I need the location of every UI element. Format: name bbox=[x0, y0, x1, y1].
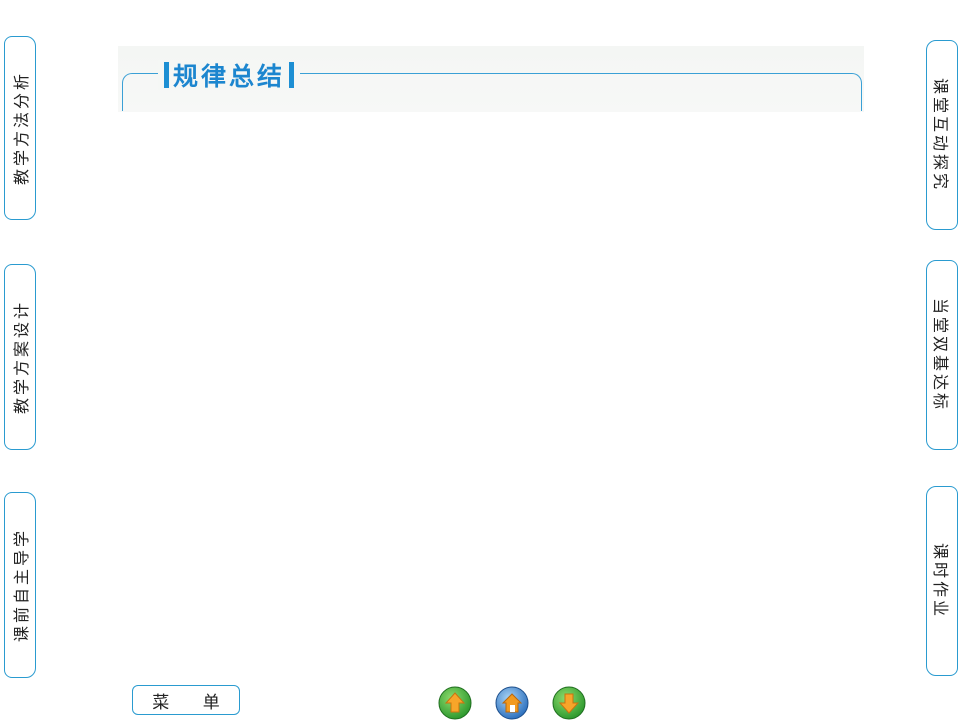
page-title-text: 规律总结 bbox=[173, 62, 286, 91]
menu-button[interactable]: 菜 单 bbox=[132, 685, 240, 715]
tab-label: 课堂互动探究 bbox=[931, 77, 951, 193]
tab-teaching-plan-design[interactable]: 教学方案设计 bbox=[4, 264, 36, 450]
down-arrow-icon[interactable] bbox=[552, 686, 586, 720]
tab-label: 教学方案设计 bbox=[12, 299, 32, 415]
tab-homework[interactable]: 课时作业 bbox=[926, 486, 958, 676]
tab-label: 课时作业 bbox=[931, 542, 951, 620]
tab-in-class-basics-check[interactable]: 当堂双基达标 bbox=[926, 260, 958, 450]
title-right-bar bbox=[289, 62, 295, 88]
tab-class-interactive-inquiry[interactable]: 课堂互动探究 bbox=[926, 40, 958, 230]
page-title: 规律总结 bbox=[158, 60, 301, 91]
title-left-bar bbox=[164, 62, 169, 88]
tab-label: 课前自主导学 bbox=[12, 527, 32, 643]
menu-button-label: 菜 单 bbox=[152, 692, 220, 713]
tab-preclass-self-study[interactable]: 课前自主导学 bbox=[4, 492, 36, 678]
tab-label: 当堂双基达标 bbox=[931, 297, 951, 413]
up-arrow-icon[interactable] bbox=[438, 686, 472, 720]
home-icon[interactable] bbox=[495, 686, 529, 720]
tab-label: 教学方法分析 bbox=[12, 70, 32, 186]
tab-teaching-method-analysis[interactable]: 教学方法分析 bbox=[4, 36, 36, 220]
